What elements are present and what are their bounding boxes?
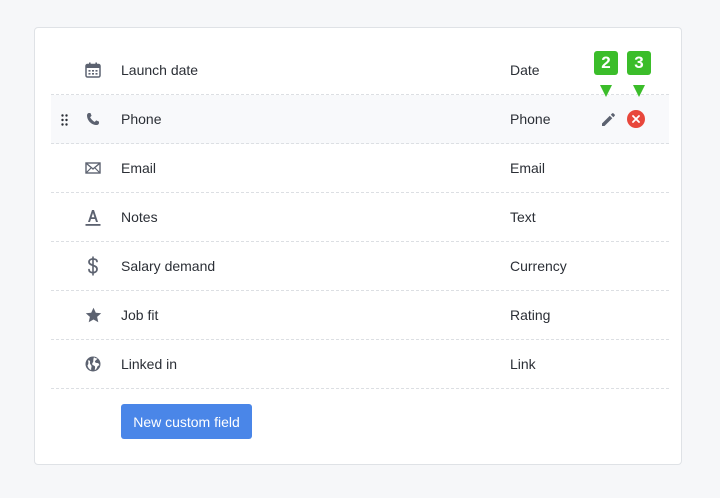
field-name: Launch date bbox=[121, 62, 199, 78]
close-icon bbox=[627, 110, 645, 128]
edit-annotation-badge: 2 bbox=[594, 51, 618, 75]
field-name: Job fit bbox=[121, 307, 159, 323]
dollar-icon bbox=[83, 256, 103, 276]
field-type: Phone bbox=[510, 111, 551, 127]
phone-icon bbox=[83, 109, 103, 129]
field-name: Phone bbox=[121, 111, 162, 127]
drag-handle-icon[interactable] bbox=[61, 113, 68, 126]
field-row-phone[interactable]: Phone Phone bbox=[51, 95, 669, 144]
field-row-salary-demand[interactable]: Salary demand Currency bbox=[51, 242, 669, 291]
edit-annotation-arrow bbox=[600, 85, 612, 97]
edit-field-button[interactable] bbox=[598, 109, 618, 129]
delete-annotation-badge: 3 bbox=[627, 51, 651, 75]
globe-icon bbox=[83, 354, 103, 374]
new-custom-field-button[interactable]: New custom field bbox=[121, 404, 252, 439]
field-type: Date bbox=[510, 62, 540, 78]
field-row-job-fit[interactable]: Job fit Rating bbox=[51, 291, 669, 340]
field-type: Text bbox=[510, 209, 536, 225]
custom-fields-list: Launch date Date Phone Phone Email Email… bbox=[51, 46, 669, 389]
field-row-launch-date[interactable]: Launch date Date bbox=[51, 46, 669, 95]
field-name: Notes bbox=[121, 209, 158, 225]
delete-field-button[interactable] bbox=[627, 110, 645, 128]
pencil-icon bbox=[601, 112, 615, 126]
envelope-icon bbox=[83, 158, 103, 178]
field-row-notes[interactable]: Notes Text bbox=[51, 193, 669, 242]
field-name: Email bbox=[121, 160, 157, 176]
field-name: Linked in bbox=[121, 356, 178, 372]
field-type: Currency bbox=[510, 258, 567, 274]
field-type: Link bbox=[510, 356, 536, 372]
star-icon bbox=[83, 305, 103, 325]
custom-fields-card: Launch date Date Phone Phone Email Email… bbox=[34, 27, 682, 465]
field-row-email[interactable]: Email Email bbox=[51, 144, 669, 193]
field-row-linked-in[interactable]: Linked in Link bbox=[51, 340, 669, 389]
calendar-icon bbox=[83, 60, 103, 80]
delete-annotation-arrow bbox=[633, 85, 645, 97]
field-type: Rating bbox=[510, 307, 551, 323]
field-name: Salary demand bbox=[121, 258, 216, 274]
field-type: Email bbox=[510, 160, 546, 176]
text-icon bbox=[83, 207, 103, 227]
